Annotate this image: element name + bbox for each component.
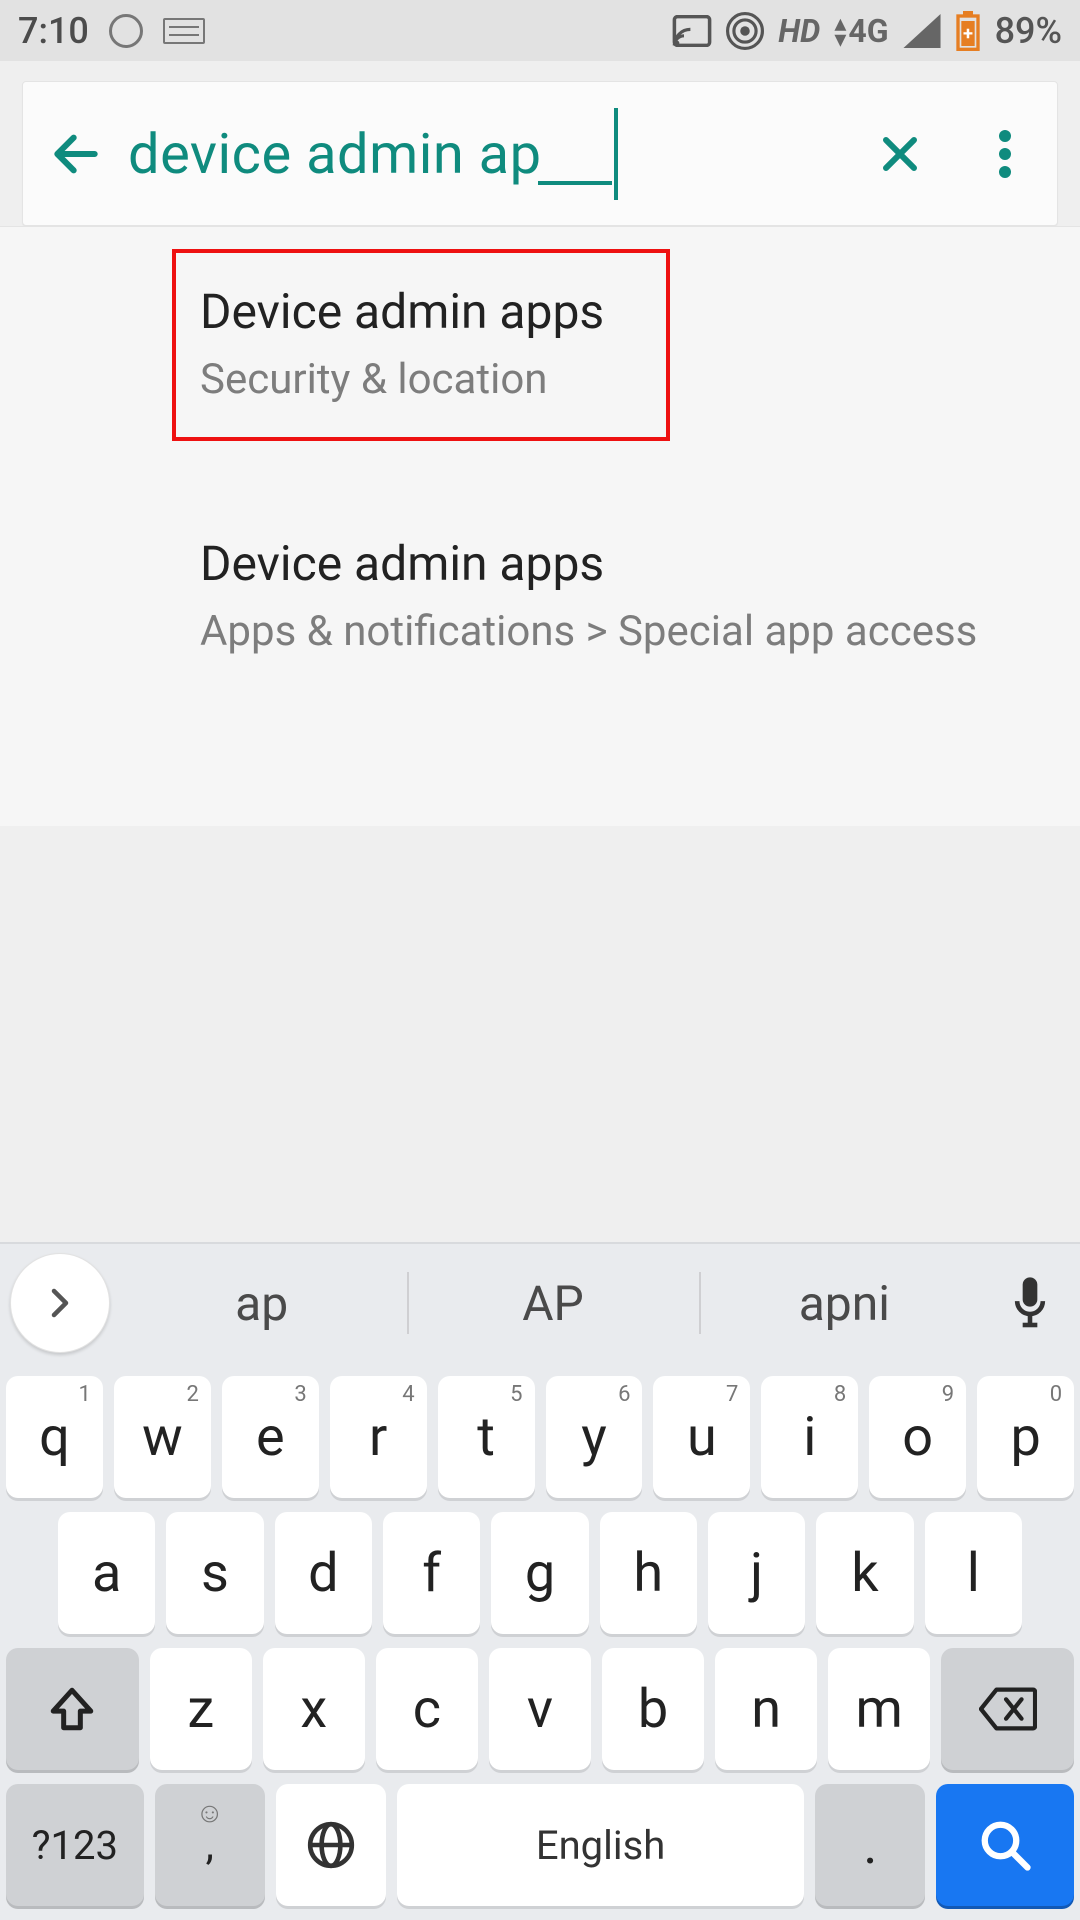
key-n[interactable]: n	[715, 1648, 817, 1770]
svg-text:+: +	[963, 23, 973, 44]
key-a[interactable]: a	[58, 1512, 155, 1634]
key-s[interactable]: s	[166, 1512, 263, 1634]
search-bar	[22, 81, 1058, 226]
keyboard-indicator-icon	[163, 18, 205, 44]
suggestion-1[interactable]: ap	[116, 1258, 407, 1348]
symbols-key[interactable]: ?123	[6, 1784, 144, 1906]
key-f[interactable]: f	[383, 1512, 480, 1634]
key-u[interactable]: u7	[653, 1376, 750, 1498]
status-circle-icon	[109, 14, 143, 48]
status-left: 7:10	[18, 10, 205, 52]
key-row-3: zxcvbnm	[6, 1648, 1074, 1770]
key-row-1: q1w2e3r4t5y6u7i8o9p0	[6, 1376, 1074, 1498]
search-input-wrap[interactable]	[128, 82, 847, 225]
key-z[interactable]: z	[150, 1648, 252, 1770]
key-p[interactable]: p0	[977, 1376, 1074, 1498]
result-subtitle: Apps & notifications > Special app acces…	[200, 606, 1040, 659]
key-b[interactable]: b	[602, 1648, 704, 1770]
search-input[interactable]	[128, 121, 847, 187]
data-arrows-icon: ▴▾	[834, 15, 846, 47]
signal-icon	[903, 14, 941, 48]
key-y[interactable]: y6	[546, 1376, 643, 1498]
key-m[interactable]: m	[828, 1648, 930, 1770]
result-title: Device admin apps	[200, 535, 1040, 592]
emoji-icon: ☺	[195, 1796, 224, 1829]
key-row-4: ?123 ☺ , English .	[6, 1784, 1074, 1906]
suggestion-row: ap AP apni	[0, 1244, 1080, 1362]
search-results: Device admin apps Security & location De…	[0, 226, 1080, 826]
key-k[interactable]: k	[816, 1512, 913, 1634]
comma-key[interactable]: ☺ ,	[155, 1784, 265, 1906]
network-4g: ▴▾ 4G	[834, 12, 888, 50]
status-bar: 7:10 HD ▴▾ 4G + 89%	[0, 0, 1080, 61]
text-cursor	[614, 108, 618, 200]
key-d[interactable]: d	[275, 1512, 372, 1634]
search-action-key[interactable]	[936, 1784, 1074, 1906]
hotspot-icon	[726, 12, 764, 50]
key-c[interactable]: c	[376, 1648, 478, 1770]
suggestion-2[interactable]: AP	[407, 1258, 698, 1348]
expand-suggestions-button[interactable]	[10, 1253, 110, 1353]
key-e[interactable]: e3	[222, 1376, 319, 1498]
key-q[interactable]: q1	[6, 1376, 103, 1498]
key-l[interactable]: l	[925, 1512, 1022, 1634]
key-h[interactable]: h	[600, 1512, 697, 1634]
language-switch-key[interactable]	[276, 1784, 386, 1906]
key-t[interactable]: t5	[438, 1376, 535, 1498]
clear-search-button[interactable]	[847, 82, 952, 225]
result-subtitle: Security & location	[200, 354, 626, 407]
key-v[interactable]: v	[489, 1648, 591, 1770]
cast-icon	[672, 15, 712, 47]
period-key[interactable]: .	[815, 1784, 925, 1906]
back-button[interactable]	[23, 82, 128, 225]
key-row-2: asdfghjkl	[6, 1512, 1074, 1634]
on-screen-keyboard: ap AP apni q1w2e3r4t5y6u7i8o9p0 asdfghjk…	[0, 1242, 1080, 1920]
autocomplete-underline	[538, 181, 612, 185]
search-result-item[interactable]: Device admin apps Apps & notifications >…	[200, 505, 1080, 689]
hd-indicator: HD	[778, 12, 820, 50]
key-g[interactable]: g	[491, 1512, 588, 1634]
result-title: Device admin apps	[200, 283, 626, 340]
suggestion-3[interactable]: apni	[699, 1258, 990, 1348]
key-j[interactable]: j	[708, 1512, 805, 1634]
key-o[interactable]: o9	[869, 1376, 966, 1498]
key-w[interactable]: w2	[114, 1376, 211, 1498]
key-rows: q1w2e3r4t5y6u7i8o9p0 asdfghjkl zxcvbnm ?…	[0, 1376, 1080, 1920]
backspace-key[interactable]	[941, 1648, 1074, 1770]
battery-percentage: 89%	[995, 10, 1062, 52]
space-key[interactable]: English	[397, 1784, 804, 1906]
key-r[interactable]: r4	[330, 1376, 427, 1498]
overflow-menu-button[interactable]	[952, 82, 1057, 225]
fourg-label: 4G	[848, 12, 888, 50]
battery-icon: +	[955, 11, 981, 51]
key-i[interactable]: i8	[761, 1376, 858, 1498]
key-x[interactable]: x	[263, 1648, 365, 1770]
shift-key[interactable]	[6, 1648, 139, 1770]
voice-input-button[interactable]	[990, 1275, 1070, 1331]
search-result-item[interactable]: Device admin apps Security & location	[172, 249, 670, 441]
spacer	[200, 441, 1080, 505]
status-time: 7:10	[18, 10, 89, 52]
status-right: HD ▴▾ 4G + 89%	[672, 10, 1062, 52]
